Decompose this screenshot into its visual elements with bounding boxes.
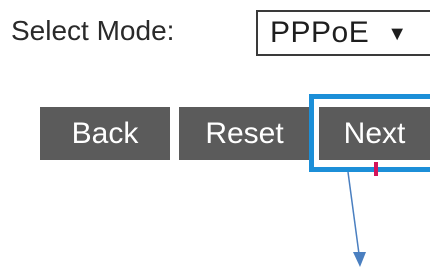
reset-button[interactable]: Reset <box>179 107 310 160</box>
mode-select-value: PPPoE <box>270 16 370 49</box>
mode-select-dropdown[interactable]: PPPoE ▼ <box>256 10 430 56</box>
back-button[interactable]: Back <box>40 107 170 160</box>
dropdown-caret-icon: ▼ <box>387 22 408 45</box>
next-button[interactable]: Next <box>319 107 430 160</box>
select-mode-label: Select Mode: <box>11 15 175 46</box>
pointer-arrow-icon <box>347 172 366 267</box>
